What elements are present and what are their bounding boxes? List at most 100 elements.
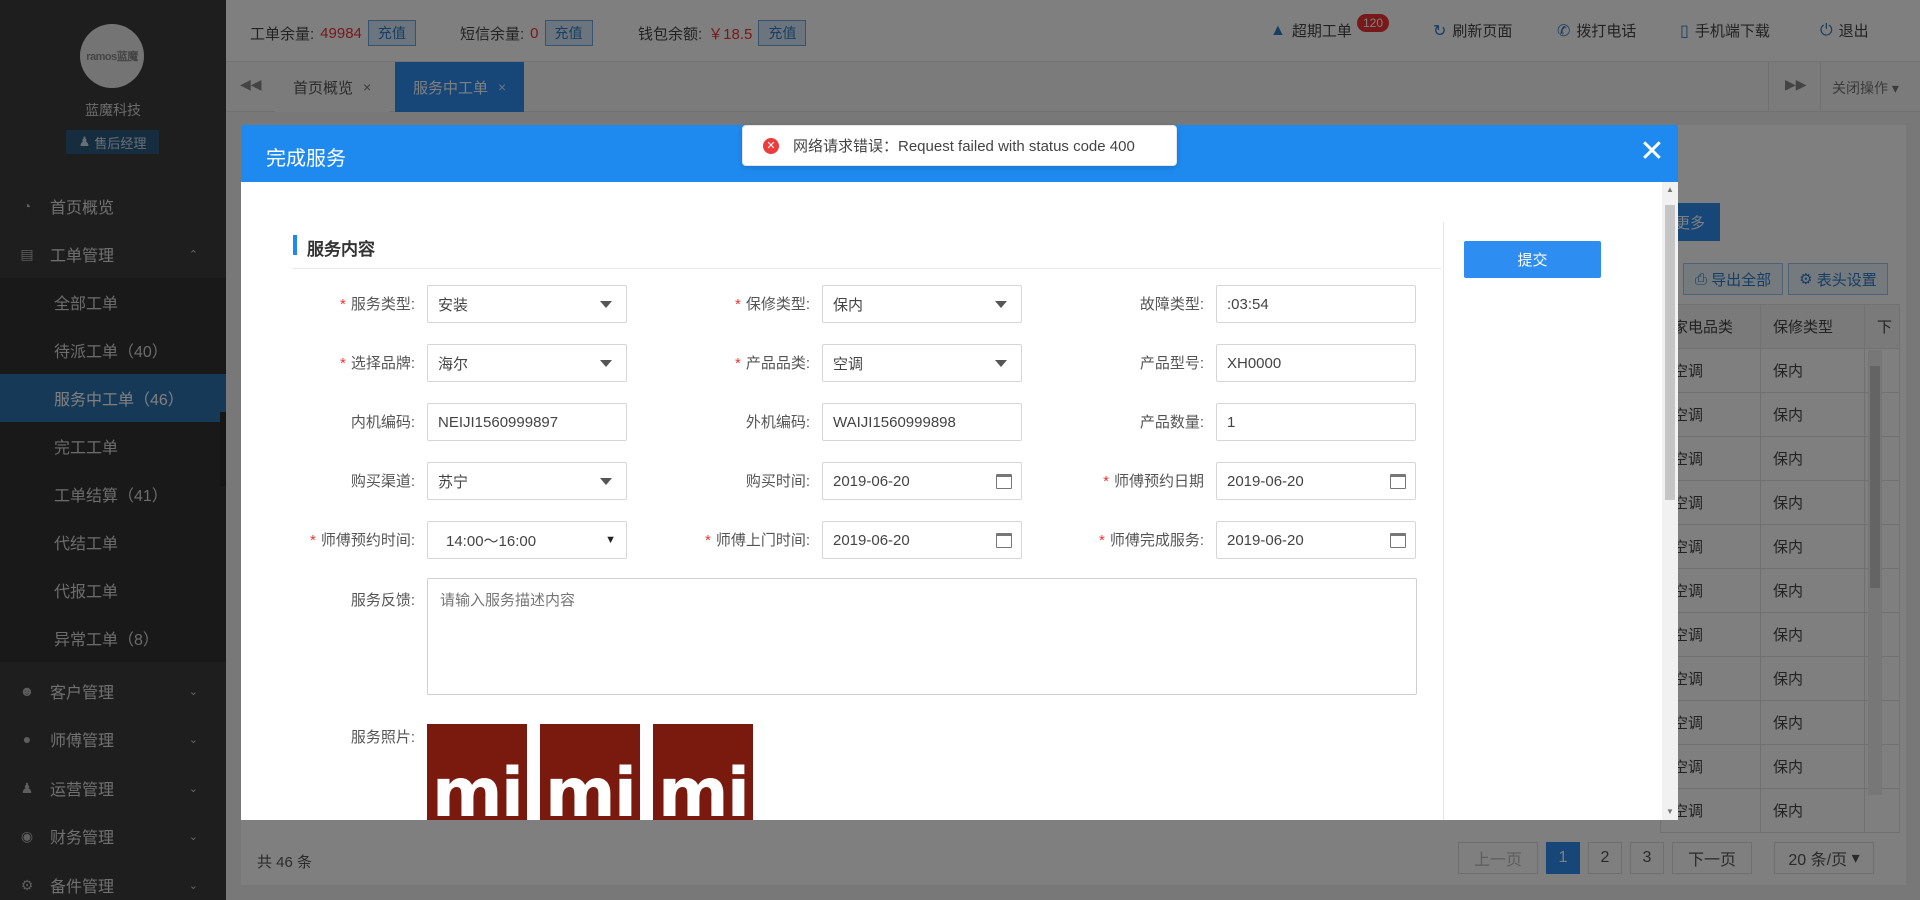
field-label-appoint-time: * 师傅预约时间: xyxy=(265,529,415,550)
field-label-channel: 购买渠道: xyxy=(265,470,415,491)
label-text: 师傅预约日期 xyxy=(1113,473,1204,490)
caret-down-icon xyxy=(600,300,612,308)
brand-select[interactable]: 海尔 xyxy=(427,344,627,382)
calendar-icon xyxy=(1390,473,1406,489)
label-text: 服务类型: xyxy=(350,296,415,313)
finish-time-picker[interactable]: 2019-06-20 xyxy=(1216,521,1416,559)
label-text: 购买渠道: xyxy=(350,473,415,490)
service-photo-thumbnail[interactable]: mi xyxy=(653,724,753,820)
field-label-category: * 产品品类: xyxy=(660,352,810,373)
select-value: 14:00～16:00 xyxy=(446,532,537,550)
required-mark: * xyxy=(704,532,711,549)
field-value: :03:54 xyxy=(1227,295,1269,313)
label-text: 内机编码: xyxy=(350,414,415,431)
label-text: 产品数量: xyxy=(1139,414,1204,431)
caret-down-icon xyxy=(600,359,612,367)
field-label-photos: 服务照片: xyxy=(265,726,415,747)
label-text: 师傅完成服务: xyxy=(1109,532,1204,549)
field-label-fault-type: 故障类型: xyxy=(1054,293,1204,314)
select-value: 苏宁 xyxy=(438,473,469,491)
label-text: 外机编码: xyxy=(745,414,810,431)
modal-title: 完成服务 xyxy=(266,148,346,170)
section-accent-bar xyxy=(293,235,297,255)
complete-service-modal: 完成服务 ✕ 服务内容 提交 * 服务类型: 安装 * 保修类型: 保内 故障类型:… xyxy=(241,125,1678,820)
required-mark: * xyxy=(734,355,741,372)
required-mark: * xyxy=(339,296,346,313)
modal-scrollbar-thumb[interactable] xyxy=(1665,205,1675,500)
mi-logo-icon: mi xyxy=(431,754,524,821)
submit-button[interactable]: 提交 xyxy=(1464,241,1601,278)
field-label-appoint-date: * 师傅预约日期 xyxy=(1054,470,1204,491)
field-value: 1 xyxy=(1227,413,1236,431)
date-value: 2019-06-20 xyxy=(833,531,910,549)
caret-down-icon xyxy=(995,300,1007,308)
field-value: XH0000 xyxy=(1227,354,1282,372)
error-icon: ✕ xyxy=(763,137,779,154)
field-label-warranty-type: * 保修类型: xyxy=(660,293,810,314)
required-mark: * xyxy=(734,296,741,313)
field-label-outdoor-code: 外机编码: xyxy=(660,411,810,432)
section-title: 服务内容 xyxy=(307,240,375,259)
section-divider xyxy=(293,268,1441,269)
visit-time-picker[interactable]: 2019-06-20 xyxy=(822,521,1022,559)
calendar-icon xyxy=(996,532,1012,548)
category-select[interactable]: 空调 xyxy=(822,344,1022,382)
select-value: 海尔 xyxy=(438,355,469,373)
service-photo-thumbnail[interactable]: mi xyxy=(427,724,527,820)
error-toast: ✕ 网络请求错误：Request failed with status code… xyxy=(742,125,1177,166)
fault-type-field[interactable]: :03:54 xyxy=(1216,285,1416,323)
date-value: 2019-06-20 xyxy=(1227,531,1304,549)
calendar-icon xyxy=(1390,532,1406,548)
date-value: 2019-06-20 xyxy=(1227,472,1304,490)
outdoor-code-field[interactable]: WAIJI1560999898 xyxy=(822,403,1022,441)
vertical-divider xyxy=(1443,222,1444,820)
select-value: 保内 xyxy=(833,296,864,314)
required-mark: * xyxy=(1098,532,1105,549)
warranty-type-select[interactable]: 保内 xyxy=(822,285,1022,323)
channel-select[interactable]: 苏宁 xyxy=(427,462,627,500)
select-value: 空调 xyxy=(833,355,864,373)
service-photo-thumbnail[interactable]: mi xyxy=(540,724,640,820)
required-mark: * xyxy=(309,532,316,549)
field-label-feedback: 服务反馈: xyxy=(265,589,415,610)
caret-down-icon: ▼ xyxy=(605,534,616,546)
field-label-purchase-date: 购买时间: xyxy=(660,470,810,491)
field-label-model: 产品型号: xyxy=(1054,352,1204,373)
feedback-textarea[interactable] xyxy=(427,578,1417,695)
field-value: WAIJI1560999898 xyxy=(833,413,956,431)
field-label-visit-time: * 师傅上门时间: xyxy=(660,529,810,550)
scroll-down-arrow-icon[interactable]: ▼ xyxy=(1666,807,1674,816)
label-text: 服务照片: xyxy=(350,729,415,746)
label-text: 产品品类: xyxy=(745,355,810,372)
appoint-date-picker[interactable]: 2019-06-20 xyxy=(1216,462,1416,500)
field-label-indoor-code: 内机编码: xyxy=(265,411,415,432)
indoor-code-field[interactable]: NEIJI1560999897 xyxy=(427,403,627,441)
field-value: NEIJI1560999897 xyxy=(438,413,559,431)
mi-logo-icon: mi xyxy=(544,754,637,821)
caret-down-icon xyxy=(600,477,612,485)
label-text: 产品型号: xyxy=(1139,355,1204,372)
label-text: 选择品牌: xyxy=(350,355,415,372)
field-label-brand: * 选择品牌: xyxy=(265,352,415,373)
select-value: 安装 xyxy=(438,296,469,314)
close-icon[interactable]: ✕ xyxy=(1637,137,1667,167)
label-text: 师傅预约时间: xyxy=(320,532,415,549)
label-text: 购买时间: xyxy=(745,473,810,490)
field-label-finish-time: * 师傅完成服务: xyxy=(1054,529,1204,550)
field-label-service-type: * 服务类型: xyxy=(265,293,415,314)
service-type-select[interactable]: 安装 xyxy=(427,285,627,323)
label-text: 服务反馈: xyxy=(350,592,415,609)
model-field[interactable]: XH0000 xyxy=(1216,344,1416,382)
label-text: 故障类型: xyxy=(1139,296,1204,313)
calendar-icon xyxy=(996,473,1012,489)
mi-logo-icon: mi xyxy=(657,754,750,821)
quantity-field[interactable]: 1 xyxy=(1216,403,1416,441)
toast-message: 网络请求错误：Request failed with status code 4… xyxy=(793,138,1135,155)
appoint-time-select[interactable]: 14:00～16:00 ▼ xyxy=(427,521,627,559)
date-value: 2019-06-20 xyxy=(833,472,910,490)
scroll-up-arrow-icon[interactable]: ▲ xyxy=(1666,185,1674,194)
caret-down-icon xyxy=(995,359,1007,367)
label-text: 师傅上门时间: xyxy=(715,532,810,549)
purchase-date-picker[interactable]: 2019-06-20 xyxy=(822,462,1022,500)
label-text: 保修类型: xyxy=(745,296,810,313)
